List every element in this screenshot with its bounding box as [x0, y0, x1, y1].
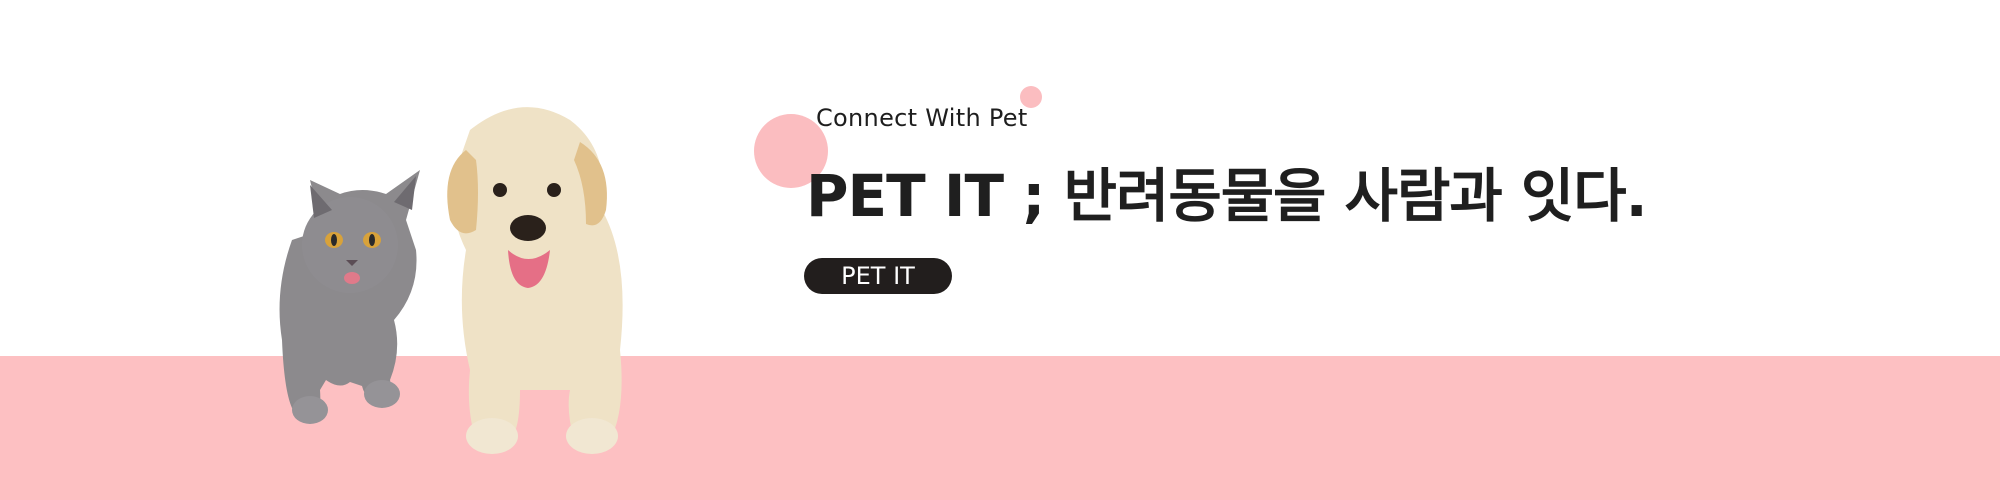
cat-figure	[279, 170, 420, 424]
pet-it-button[interactable]: PET IT	[804, 258, 952, 294]
pets-image	[270, 90, 670, 460]
dog-figure	[447, 107, 623, 454]
cat-and-dog-icon	[279, 107, 623, 454]
tagline: Connect With Pet	[816, 104, 1028, 132]
page-title: PET IT ; 반려동물을 사람과 잇다.	[806, 162, 1648, 230]
